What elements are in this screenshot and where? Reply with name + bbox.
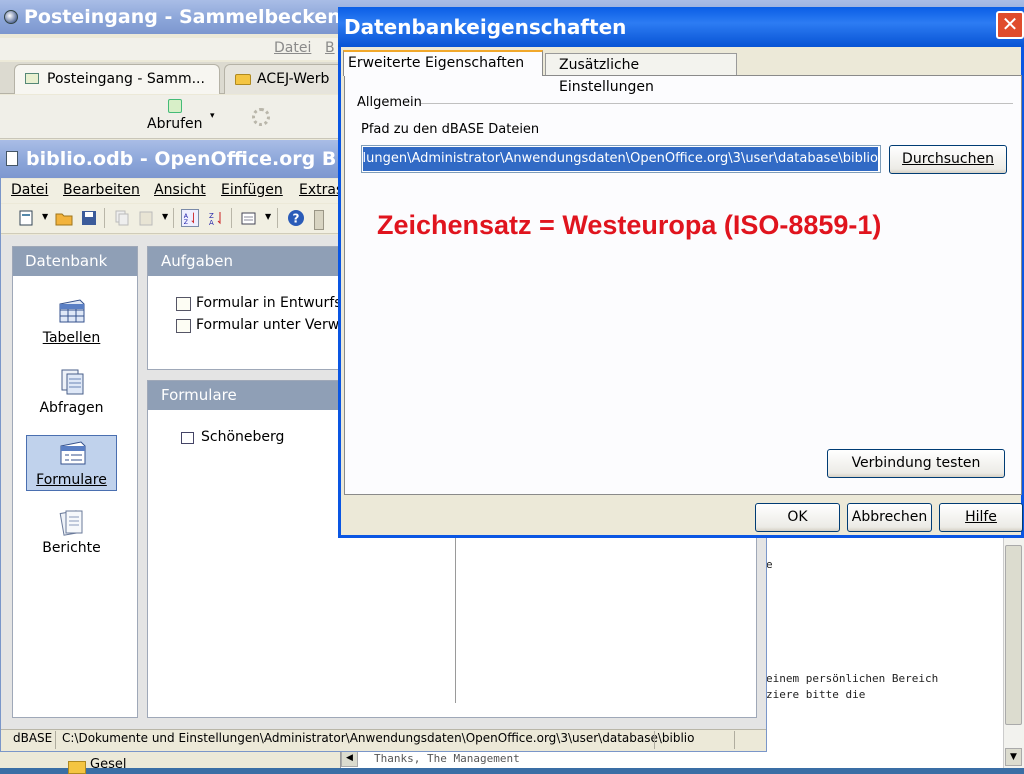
nav-berichte[interactable]: Berichte bbox=[26, 504, 117, 560]
menu-datei[interactable]: Datei bbox=[11, 182, 48, 198]
get-mail-icon[interactable] bbox=[168, 99, 182, 113]
status-separator bbox=[654, 731, 655, 749]
form-dropdown-icon[interactable]: ▼ bbox=[265, 212, 271, 221]
dialog-tab-page bbox=[344, 75, 1022, 495]
new-dropdown-icon[interactable]: ▼ bbox=[42, 212, 48, 221]
query-icon bbox=[61, 369, 84, 395]
folder-item[interactable]: Gesel bbox=[68, 757, 126, 774]
group-divider bbox=[421, 103, 1013, 104]
toolbar-separator bbox=[104, 208, 105, 228]
paste-dropdown-icon[interactable]: ▼ bbox=[162, 212, 168, 221]
help-button[interactable]: Hilfe bbox=[939, 503, 1023, 532]
throbber-icon bbox=[252, 108, 270, 126]
status-database-path: C:\Dokumente und Einstellungen\Administr… bbox=[62, 731, 695, 745]
nav-tabellen-label: Tabellen bbox=[42, 330, 101, 346]
status-database-type: dBASE bbox=[13, 731, 53, 745]
inbox-icon bbox=[25, 73, 39, 84]
form-icon bbox=[60, 441, 86, 465]
task-form-wizard[interactable]: Formular unter Verwe bbox=[176, 317, 346, 333]
scrollbar-thumb[interactable] bbox=[1005, 545, 1022, 725]
table-icon bbox=[59, 299, 85, 323]
nav-abfragen-label: Abfragen bbox=[39, 400, 104, 416]
tab-zusaetzliche-einstellungen[interactable]: Zusätzliche Einstellungen bbox=[545, 53, 737, 95]
status-separator bbox=[734, 731, 735, 749]
help-button-label: Hilfe bbox=[965, 509, 997, 525]
sort-descending-icon[interactable]: ZA bbox=[207, 209, 225, 227]
message-line: ziere bitte die bbox=[766, 688, 866, 701]
copy-icon[interactable] bbox=[113, 209, 131, 227]
close-icon[interactable]: ✕ bbox=[996, 11, 1024, 39]
toolbar-separator bbox=[231, 208, 232, 228]
help-icon[interactable]: ? bbox=[287, 209, 305, 227]
tab-posteingang[interactable]: Posteingang - Samm... bbox=[14, 64, 220, 94]
forms-panel-header: Formulare bbox=[148, 381, 346, 410]
thunderbird-menu-datei[interactable]: Datei bbox=[274, 40, 311, 56]
sort-ascending-icon[interactable]: AZ bbox=[181, 209, 199, 227]
browse-button[interactable]: Durchsuchen bbox=[889, 145, 1007, 174]
form-document-icon bbox=[181, 432, 194, 444]
tab-erweiterte-eigenschaften[interactable]: Erweiterte Eigenschaften bbox=[343, 50, 543, 76]
tab-acej-label: ACEJ-Werb bbox=[257, 71, 330, 87]
nav-tabellen[interactable]: Tabellen bbox=[26, 294, 117, 350]
nav-formulare[interactable]: Formulare bbox=[26, 435, 117, 491]
cancel-button[interactable]: Abbrechen bbox=[847, 503, 932, 532]
svg-text:Z: Z bbox=[184, 219, 188, 226]
nav-formulare-label: Formulare bbox=[36, 472, 107, 488]
test-connection-label: Verbindung testen bbox=[851, 455, 981, 471]
new-document-icon[interactable] bbox=[17, 209, 35, 227]
abrufen-button[interactable]: Abrufen bbox=[147, 116, 203, 132]
save-icon[interactable] bbox=[80, 209, 98, 227]
document-icon bbox=[6, 151, 18, 166]
menu-bearbeiten[interactable]: Bearbeiten bbox=[63, 182, 140, 198]
charset-annotation: Zeichensatz = Westeuropa (ISO-8859-1) bbox=[377, 210, 882, 240]
toolbar-overflow-button[interactable] bbox=[314, 210, 324, 230]
test-connection-button[interactable]: Verbindung testen bbox=[827, 449, 1005, 478]
nav-berichte-label: Berichte bbox=[42, 540, 101, 556]
nav-abfragen[interactable]: Abfragen bbox=[26, 364, 117, 420]
tasks-panel-header: Aufgaben bbox=[148, 247, 346, 276]
message-line: Thanks, The Management bbox=[374, 752, 520, 765]
open-folder-icon[interactable] bbox=[55, 209, 73, 227]
message-line: einem persönlichen Bereich bbox=[766, 672, 939, 685]
dbase-path-value: lungen\Administrator\Anwendungsdaten\Ope… bbox=[362, 147, 878, 171]
svg-text:A: A bbox=[209, 219, 214, 227]
toolbar-separator bbox=[173, 208, 174, 228]
path-label: Pfad zu den dBASE Dateien bbox=[361, 122, 540, 137]
report-icon bbox=[59, 510, 83, 536]
form-design-icon bbox=[176, 297, 191, 311]
task-form-wizard-label: Formular unter Verwe bbox=[196, 317, 346, 333]
tab-acej[interactable]: ACEJ-Werb bbox=[224, 64, 354, 94]
menu-extras[interactable]: Extras bbox=[299, 182, 343, 198]
forms-splitter[interactable] bbox=[455, 537, 456, 703]
scroll-down-arrow-icon[interactable]: ▼ bbox=[1005, 748, 1022, 766]
abrufen-dropdown-icon[interactable]: ▾ bbox=[210, 111, 215, 121]
dbase-path-input[interactable]: lungen\Administrator\Anwendungsdaten\Ope… bbox=[361, 145, 881, 173]
task-form-design[interactable]: Formular in Entwurfsa bbox=[176, 295, 346, 311]
browse-button-label: Durchsuchen bbox=[902, 151, 994, 167]
status-separator bbox=[55, 731, 56, 749]
form-wizard-icon bbox=[176, 319, 191, 333]
task-form-design-label: Formular in Entwurfsa bbox=[196, 295, 346, 311]
thunderbird-app-icon bbox=[4, 10, 18, 24]
database-panel-header: Datenbank bbox=[13, 247, 137, 276]
paste-icon[interactable] bbox=[137, 209, 155, 227]
menu-ansicht[interactable]: Ansicht bbox=[154, 182, 206, 198]
ok-button[interactable]: OK bbox=[755, 503, 840, 532]
folder-icon bbox=[235, 74, 251, 85]
group-label-allgemein: Allgemein bbox=[357, 95, 422, 110]
svg-text:?: ? bbox=[293, 212, 300, 226]
dialog-title: Datenbankeigenschaften bbox=[338, 7, 1024, 47]
tab-posteingang-label: Posteingang - Samm... bbox=[47, 71, 205, 87]
form-list-item-label: Schöneberg bbox=[201, 429, 285, 445]
menu-einfuegen[interactable]: Einfügen bbox=[221, 182, 283, 198]
toolbar-separator bbox=[277, 208, 278, 228]
new-form-icon[interactable] bbox=[240, 209, 258, 227]
form-list-item[interactable]: Schöneberg bbox=[181, 429, 284, 445]
thunderbird-menu-bearbeiten[interactable]: B bbox=[325, 40, 335, 56]
